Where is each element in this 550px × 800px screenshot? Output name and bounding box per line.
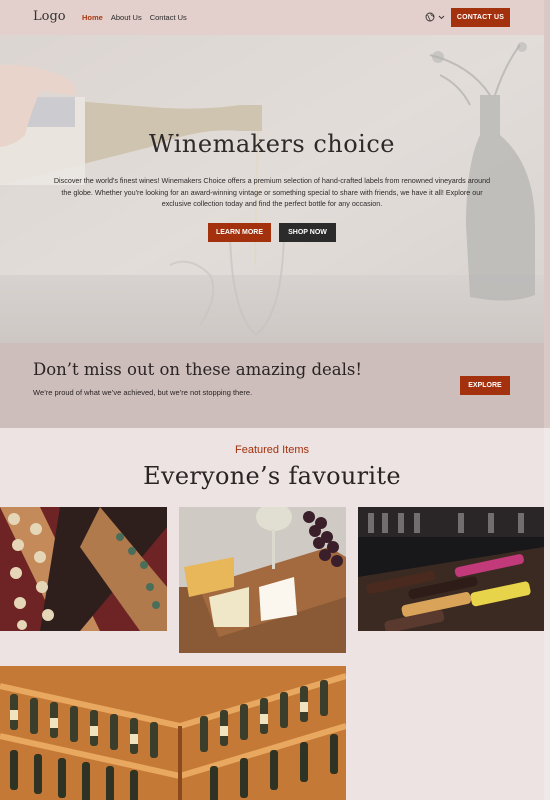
top-navbar: Logo Home About Us Contact Us CONTACT US — [0, 0, 544, 35]
page: Logo Home About Us Contact Us CONTACT US — [0, 0, 544, 800]
learn-more-button[interactable]: LEARN MORE — [208, 223, 271, 242]
gallery-image-cheese-board[interactable] — [179, 507, 346, 653]
chevron-down-icon — [438, 15, 445, 19]
gallery-image-wine-cellar[interactable] — [0, 666, 346, 800]
nav-links: Home About Us Contact Us — [82, 13, 187, 22]
scrollbar-thumb[interactable] — [544, 0, 550, 428]
contact-us-button[interactable]: CONTACT US — [451, 8, 510, 27]
nav-link-home[interactable]: Home — [82, 13, 103, 22]
logo[interactable]: Logo — [33, 9, 66, 24]
nav-link-contact-us[interactable]: Contact Us — [150, 13, 187, 22]
gallery-image-bottle-display[interactable] — [358, 507, 544, 631]
nav-link-about-us[interactable]: About Us — [111, 13, 142, 22]
featured-title: Everyone’s favourite — [143, 462, 401, 490]
featured-label: Featured Items — [235, 444, 309, 456]
explore-button[interactable]: EXPLORE — [460, 376, 510, 395]
globe-icon — [425, 12, 435, 22]
hero-description: Discover the world's finest wines! Winem… — [53, 176, 491, 208]
deals-title: Don’t miss out on these amazing deals! — [33, 360, 363, 379]
deals-subtitle: We’re proud of what we’ve achieved, but … — [33, 388, 253, 397]
language-selector[interactable] — [425, 12, 445, 22]
gallery-image-wine-rack[interactable] — [0, 507, 167, 631]
shop-now-button[interactable]: SHOP NOW — [279, 223, 336, 242]
scrollbar-track[interactable] — [544, 0, 550, 800]
hero-title: Winemakers choice — [149, 130, 395, 158]
hero-section: Winemakers choice Discover the world's f… — [0, 35, 544, 343]
deals-banner: Don’t miss out on these amazing deals! W… — [0, 343, 544, 428]
